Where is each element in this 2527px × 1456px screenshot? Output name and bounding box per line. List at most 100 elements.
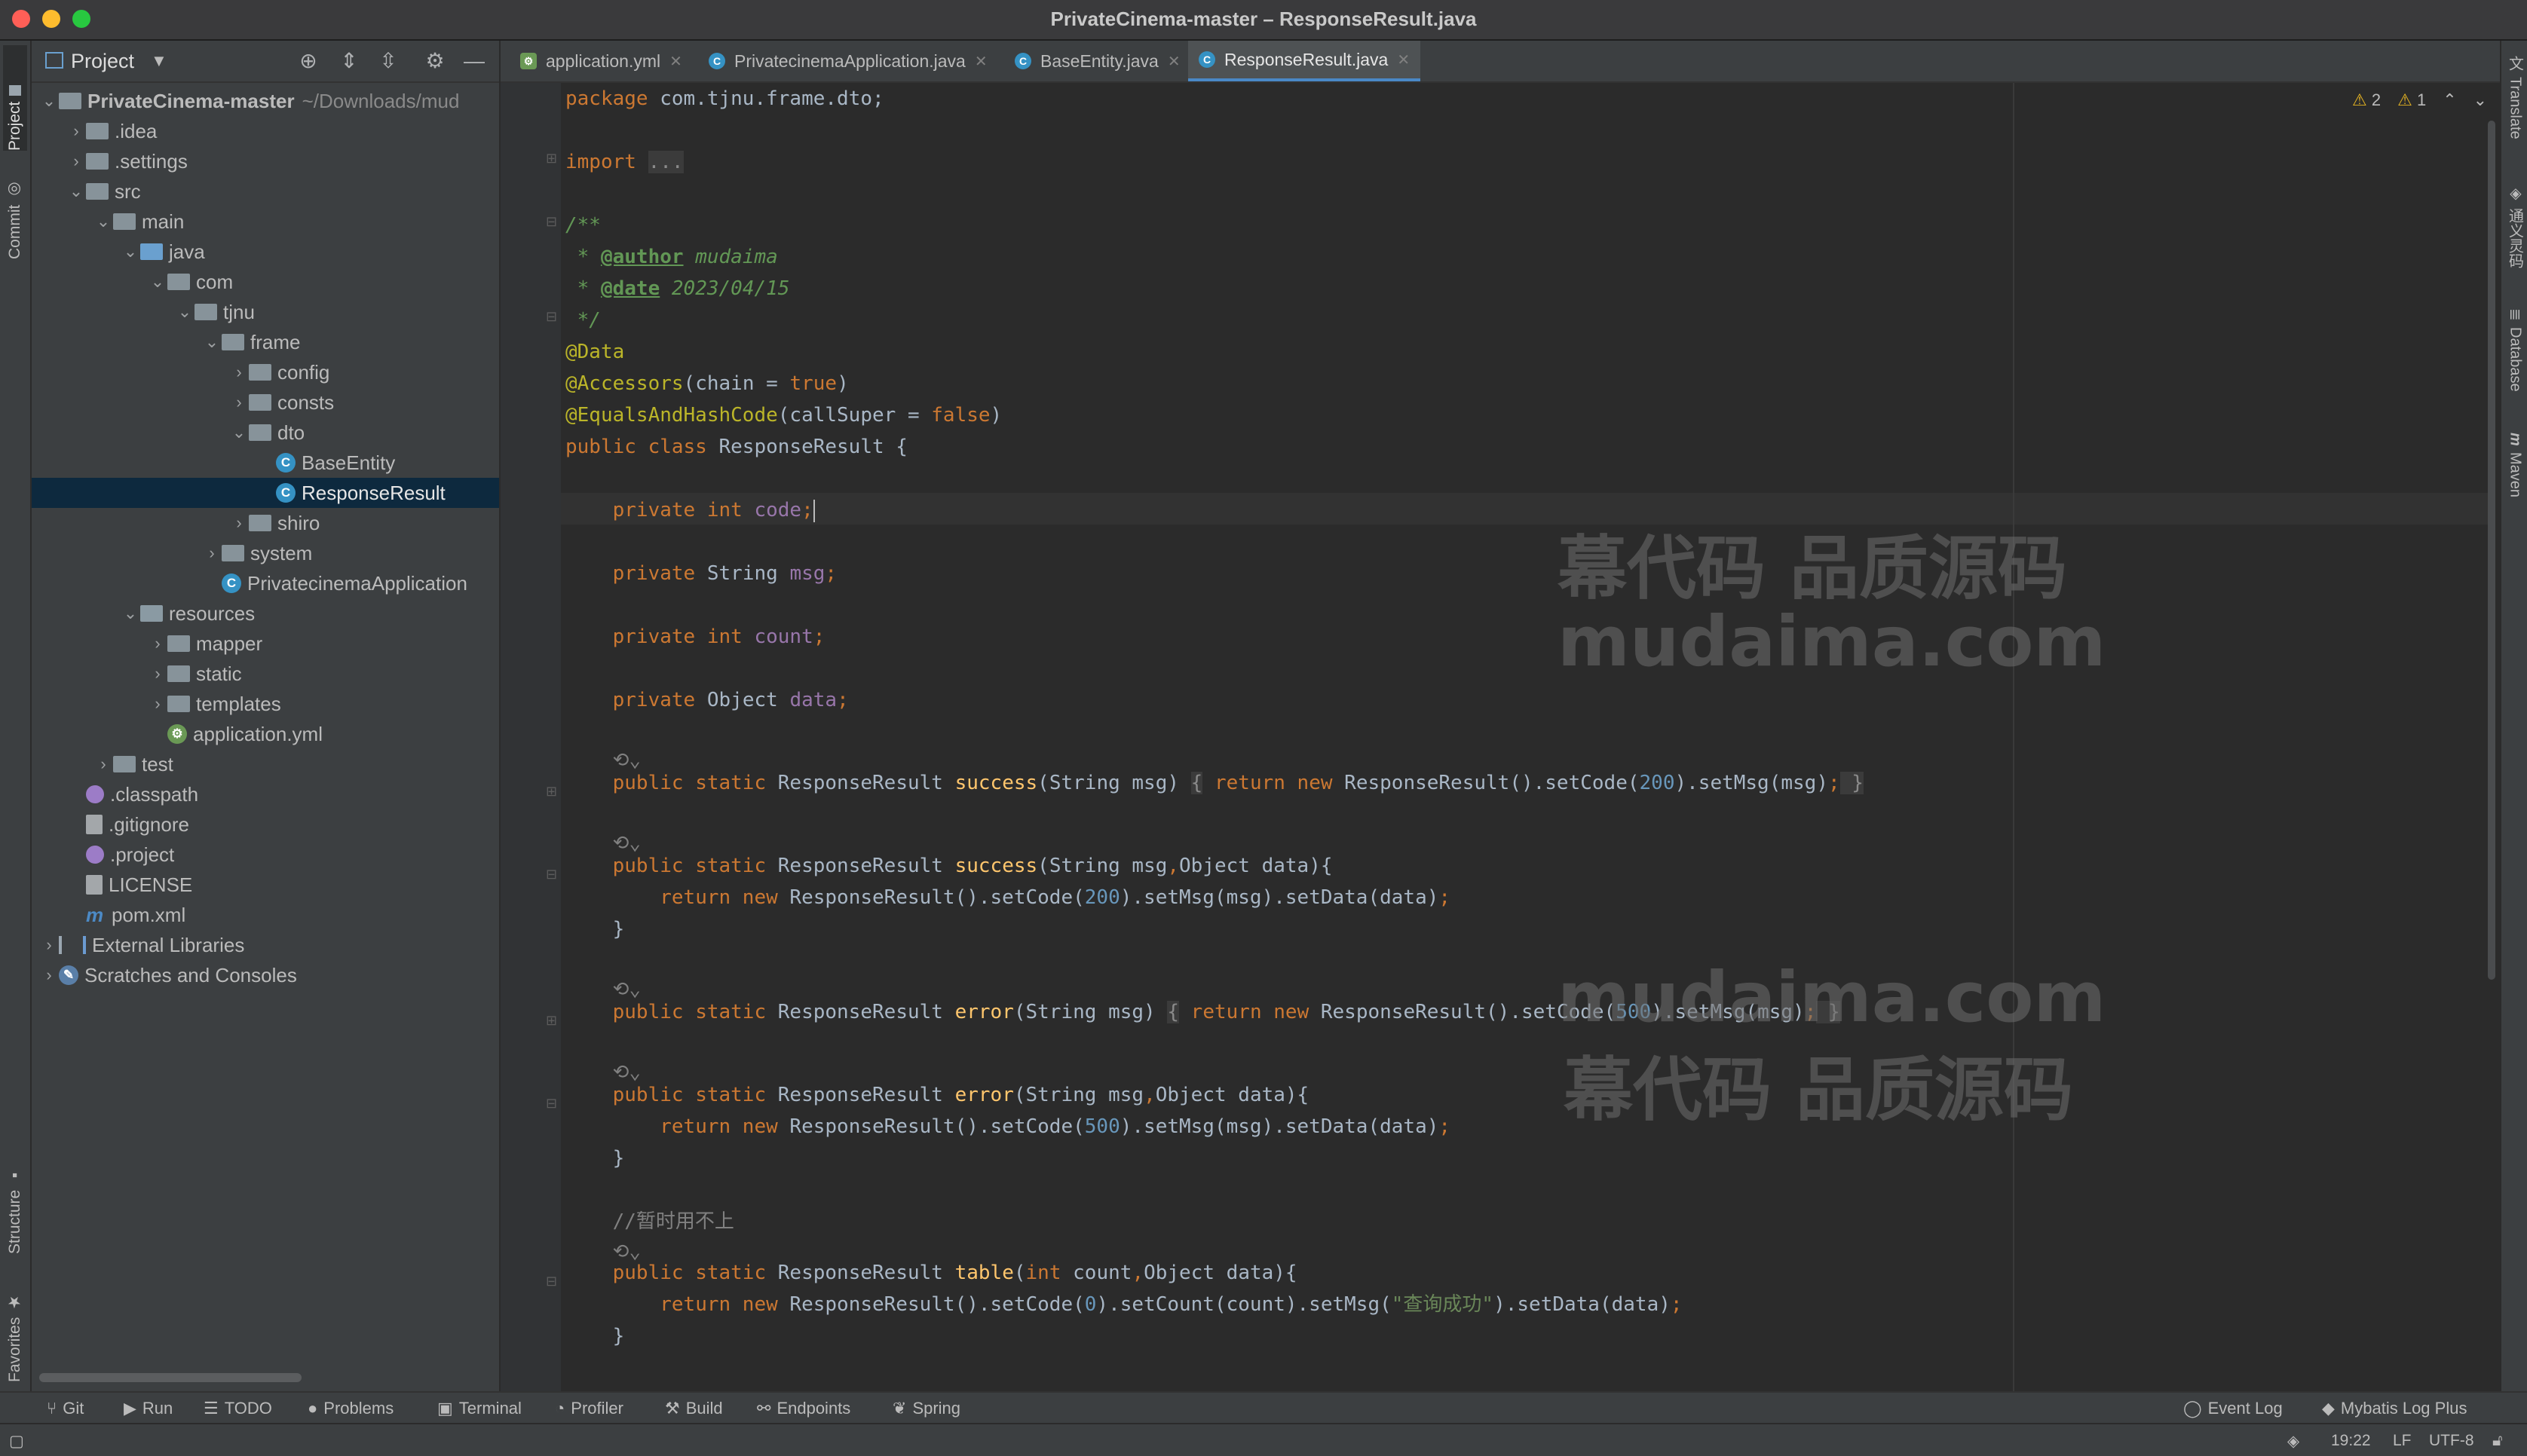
tree-item[interactable]: ⌄ dto: [32, 418, 499, 448]
chevron-down-icon[interactable]: ⌄: [66, 182, 86, 201]
tool-window-git[interactable]: ⑂ Git: [47, 1399, 84, 1418]
tree-item[interactable]: LICENSE: [32, 870, 499, 900]
tree-item[interactable]: ⌄ src: [32, 176, 499, 206]
chevron-down-icon[interactable]: ⌄: [121, 242, 140, 262]
fold-marker-icon[interactable]: ⊟: [546, 1096, 557, 1112]
fold-marker-icon[interactable]: ⊟: [546, 1274, 557, 1289]
tree-item[interactable]: ⌄ com: [32, 267, 499, 297]
chevron-down-icon[interactable]: ⌄: [93, 212, 113, 231]
fold-marker-icon[interactable]: ⊟: [546, 309, 557, 325]
code-line[interactable]: public static ResponseResult success(Str…: [565, 767, 1864, 799]
tool-window-terminal[interactable]: ▣ Terminal: [437, 1399, 522, 1418]
chevron-right-icon[interactable]: ›: [39, 935, 59, 955]
chevron-down-icon[interactable]: ⌄: [2473, 90, 2487, 110]
expand-all-icon[interactable]: ⇕: [336, 48, 362, 74]
chevron-down-icon[interactable]: ⌄: [121, 604, 140, 623]
chevron-down-icon[interactable]: ⌄: [229, 423, 249, 442]
gear-icon[interactable]: ⚙: [422, 48, 448, 74]
code-line[interactable]: public class ResponseResult {: [565, 431, 908, 463]
code-line[interactable]: * @author mudaima: [565, 241, 778, 273]
tool-window-profiler[interactable]: ◔ Profiler: [555, 1399, 623, 1418]
favorites-tool-tab[interactable]: Favorites ★: [3, 1269, 27, 1382]
chevron-right-icon[interactable]: ›: [202, 543, 222, 563]
code-line[interactable]: //暂时用不上: [565, 1206, 734, 1237]
tongyi-status-icon[interactable]: ◈: [2287, 1432, 2299, 1451]
tree-item[interactable]: › config: [32, 357, 499, 387]
close-icon[interactable]: ✕: [1168, 52, 1181, 71]
code-line[interactable]: package com.tjnu.frame.dto;: [565, 83, 884, 115]
chevron-right-icon[interactable]: ›: [66, 121, 86, 141]
code-line[interactable]: }: [565, 1142, 625, 1174]
horizontal-scrollbar[interactable]: [39, 1373, 302, 1382]
lock-icon[interactable]: 🔓︎: [2492, 1432, 2503, 1450]
code-line[interactable]: * @date 2023/04/15: [565, 273, 790, 304]
chevron-right-icon[interactable]: ›: [93, 754, 113, 774]
chevron-down-icon[interactable]: ⌄: [39, 91, 59, 111]
structure-tool-tab[interactable]: Structure ▪: [3, 1141, 27, 1254]
chevron-down-icon[interactable]: ⌄: [175, 302, 195, 322]
chevron-right-icon[interactable]: ›: [148, 634, 167, 653]
fold-marker-icon[interactable]: ⊟: [546, 867, 557, 882]
collapse-all-icon[interactable]: ⇳: [375, 48, 401, 74]
chevron-down-icon[interactable]: ⌄: [148, 272, 167, 292]
locate-icon[interactable]: ⊕: [296, 48, 321, 74]
tree-item[interactable]: C PrivatecinemaApplication: [32, 568, 499, 598]
editor-gutter[interactable]: ⊞ ⊟ ⊟ ⊞ ⊟ ⊞ ⊟ ⊟: [501, 83, 561, 1391]
tree-item[interactable]: › system: [32, 538, 499, 568]
fold-marker-icon[interactable]: ⊞: [546, 1013, 557, 1029]
chevron-right-icon[interactable]: ›: [66, 151, 86, 171]
code-line[interactable]: @EqualsAndHashCode(callSuper = false): [565, 399, 1002, 431]
fold-marker-icon[interactable]: ⊞: [546, 151, 557, 167]
tree-item[interactable]: › External Libraries: [32, 930, 499, 960]
tree-item[interactable]: › .settings: [32, 146, 499, 176]
commit-tool-tab[interactable]: Commit ◎: [3, 161, 27, 259]
weak-warning-count[interactable]: ⚠ 1: [2397, 90, 2426, 110]
code-line[interactable]: public static ResponseResult table(int c…: [565, 1257, 1297, 1289]
tree-item[interactable]: ⌄ main: [32, 206, 499, 237]
project-tool-tab[interactable]: Project: [3, 45, 27, 151]
code-line[interactable]: import ...: [565, 146, 684, 178]
chevron-up-icon[interactable]: ⌃: [2443, 90, 2456, 110]
tree-item[interactable]: m pom.xml: [32, 900, 499, 930]
tool-window-build[interactable]: ⚒ Build: [665, 1399, 723, 1418]
tool-window-run[interactable]: ▶ Run: [124, 1399, 173, 1418]
tool-window-right[interactable]: ◆ Mybatis Log Plus: [2322, 1399, 2467, 1418]
close-icon[interactable]: ✕: [1397, 50, 1410, 69]
code-line[interactable]: private int count;: [565, 621, 825, 653]
tree-item[interactable]: › shiro: [32, 508, 499, 538]
code-line[interactable]: public static ResponseResult success(Str…: [565, 850, 1333, 882]
fold-marker-icon[interactable]: ⊞: [546, 784, 557, 800]
tool-window-problems[interactable]: ● Problems: [308, 1399, 394, 1418]
hide-panel-icon[interactable]: —: [461, 48, 487, 74]
chevron-right-icon[interactable]: ›: [148, 694, 167, 714]
chevron-right-icon[interactable]: ›: [229, 513, 249, 533]
chevron-right-icon[interactable]: ›: [148, 664, 167, 684]
tree-item[interactable]: ⌄ PrivateCinema-master ~/Downloads/mud: [32, 86, 499, 116]
code-line[interactable]: return new ResponseResult().setCode(0).s…: [565, 1289, 1682, 1320]
code-line[interactable]: @Accessors(chain = true): [565, 368, 849, 399]
tree-item[interactable]: › static: [32, 659, 499, 689]
code-line[interactable]: private int code;: [565, 494, 815, 526]
code-line[interactable]: */: [565, 304, 601, 336]
tool-window-spring[interactable]: ❦ Spring: [893, 1399, 960, 1418]
tree-item[interactable]: .gitignore: [32, 809, 499, 840]
toggle-tool-windows-icon[interactable]: ▢: [9, 1432, 24, 1451]
project-view-selector[interactable]: Project: [71, 50, 134, 73]
chevron-right-icon[interactable]: ›: [39, 965, 59, 985]
chevron-down-icon[interactable]: ▼: [151, 51, 167, 71]
tree-item[interactable]: › templates: [32, 689, 499, 719]
editor-tab[interactable]: C ResponseResult.java ✕: [1188, 41, 1421, 81]
close-icon[interactable]: ✕: [669, 52, 682, 71]
code-line[interactable]: return new ResponseResult().setCode(200)…: [565, 882, 1450, 913]
tree-item[interactable]: ⚙ application.yml: [32, 719, 499, 749]
tree-item[interactable]: › ✎ Scratches and Consoles: [32, 960, 499, 990]
inspection-widget[interactable]: ⚠ 2 ⚠ 1 ⌃ ⌄: [2352, 90, 2487, 110]
maven-tool-tab[interactable]: m Maven: [2504, 433, 2525, 531]
editor-tab[interactable]: C BaseEntity.java ✕: [1004, 41, 1191, 81]
tree-item[interactable]: › test: [32, 749, 499, 779]
tree-item[interactable]: C BaseEntity: [32, 448, 499, 478]
database-tool-tab[interactable]: ≣ Database: [2504, 308, 2525, 421]
tree-item[interactable]: ⌄ tjnu: [32, 297, 499, 327]
editor-tab[interactable]: C PrivatecinemaApplication.java ✕: [698, 41, 998, 81]
tree-item[interactable]: › consts: [32, 387, 499, 418]
